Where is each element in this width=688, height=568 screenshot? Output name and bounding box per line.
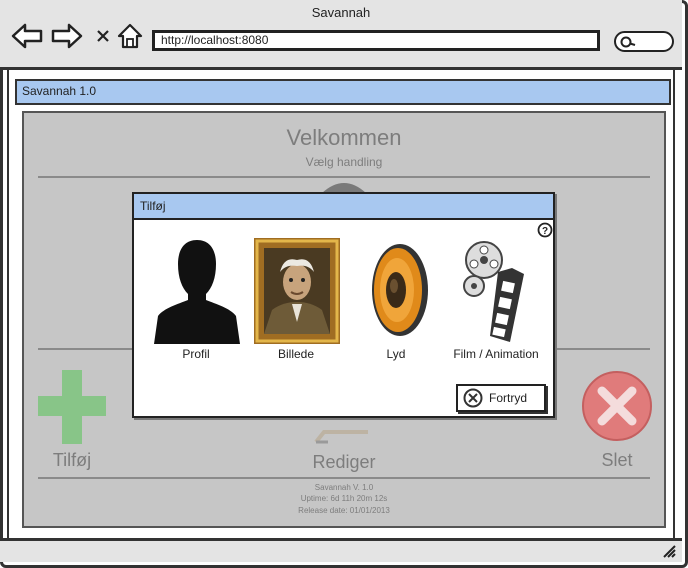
speaker-icon (372, 244, 428, 336)
divider-bottom (38, 477, 650, 479)
home-button[interactable] (113, 20, 147, 52)
arrow-right-icon (51, 23, 83, 49)
resize-grip-icon[interactable] (662, 544, 676, 558)
dialog-title: Tilføj (134, 194, 553, 220)
window-title: Savannah (311, 5, 371, 20)
delete-icon (582, 371, 652, 441)
plus-icon (38, 370, 106, 444)
cancel-circle-icon (463, 388, 483, 408)
film-reel-icon (463, 241, 524, 342)
arrow-left-icon (11, 23, 43, 49)
close-x-icon (97, 30, 109, 42)
edit-button[interactable]: Rediger (298, 418, 390, 474)
delete-button[interactable]: Slet (580, 368, 654, 472)
app-title-bar: Savannah 1.0 (15, 79, 671, 105)
release-date-text: Release date: 01/01/2013 (298, 506, 390, 515)
cancel-button[interactable]: Fortryd (456, 384, 546, 412)
option-sound[interactable]: Lyd (348, 238, 444, 378)
option-picture[interactable]: Billede (248, 238, 344, 378)
svg-text:?: ? (542, 226, 548, 237)
status-bar (0, 538, 682, 562)
add-dialog: Tilføj ? Profil Billede Lyd Film / Anima… (132, 192, 555, 418)
page-subtitle: Vælg handling (305, 155, 383, 169)
edit-label: Rediger (312, 452, 376, 472)
version-text: Savannah V. 1.0 (314, 483, 374, 492)
option-film[interactable]: Film / Animation (448, 238, 544, 378)
silhouette-icon (154, 240, 240, 344)
option-film-label: Film / Animation (453, 347, 539, 361)
option-sound-label: Lyd (386, 347, 406, 361)
search-field[interactable] (614, 31, 674, 52)
browser-toolbar: Savannah http://localhost:8080 (0, 0, 682, 70)
forward-button[interactable] (50, 20, 84, 52)
delete-label: Slet (601, 450, 633, 470)
pencil-icon (314, 430, 368, 444)
option-profile-label: Profil (182, 347, 210, 361)
uptime-text: Uptime: 6d 11h 20m 12s (300, 494, 388, 503)
framed-portrait-icon (254, 238, 340, 344)
back-button[interactable] (10, 20, 44, 52)
option-profile[interactable]: Profil (148, 238, 244, 378)
option-picture-label: Billede (277, 347, 315, 361)
help-button[interactable]: ? (537, 222, 553, 238)
help-icon: ? (537, 222, 553, 238)
home-icon (117, 23, 143, 49)
page-title: Velkommen (286, 125, 402, 150)
avatar-icon (322, 183, 366, 193)
address-bar[interactable]: http://localhost:8080 (152, 30, 600, 51)
search-icon (620, 36, 636, 48)
add-label: Tilføj (52, 450, 92, 470)
divider-top (38, 176, 650, 178)
add-button[interactable]: Tilføj (36, 368, 108, 472)
cancel-label: Fortryd (489, 391, 528, 405)
